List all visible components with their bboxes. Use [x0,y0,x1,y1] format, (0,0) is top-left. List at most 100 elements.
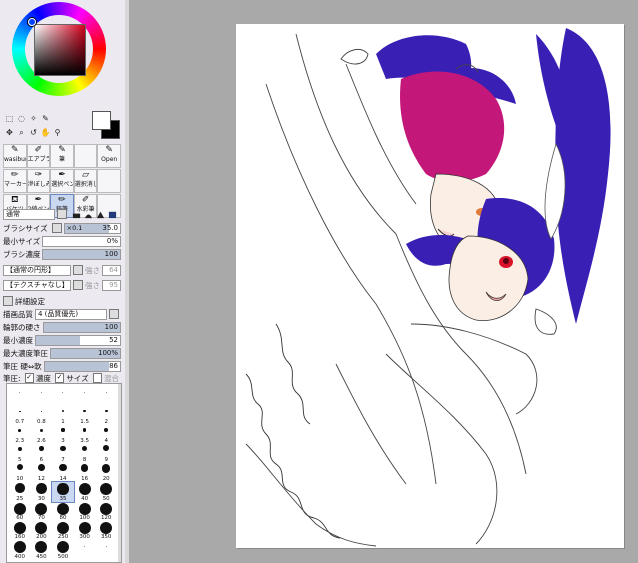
brush-size-preset[interactable]: 400 [9,540,31,560]
brush-size-preset[interactable]: 20 [95,463,117,482]
edge-hardness-slider[interactable]: 100 [42,321,121,333]
brush-size-preset[interactable]: 16 [74,463,96,482]
brush-size-preset[interactable]: 2 [95,405,117,425]
tip-shape-round-icon[interactable] [84,210,93,219]
brush-size-label: 500 [57,553,69,560]
marquee-icon[interactable]: ⬚ [4,113,15,124]
move-icon[interactable]: ✥ [4,127,15,138]
brush-size-preset[interactable]: 100 [74,502,96,521]
max-pressure-slider[interactable]: 100% [50,347,121,359]
color-picker-marker[interactable] [28,18,36,26]
eyedropper-icon[interactable]: ⚲ [52,127,63,138]
brush-size-preset[interactable]: 35 [51,481,75,503]
zoom-icon[interactable]: ⌕ [16,127,27,138]
foreground-color-swatch[interactable] [92,111,111,130]
size-checkbox[interactable]: ✓ [54,373,65,383]
brush-size-dot-icon [39,428,43,432]
brush-size-preset[interactable]: 3 [52,425,74,444]
brush-slot[interactable]: ✑ 滲ぼしみ [26,169,51,193]
brush-size-dot-icon [57,483,69,495]
brush-slot[interactable]: ✐ エアブラ [26,144,51,168]
brush-size-preset[interactable]: 350 [95,521,117,540]
brush-size-preset[interactable]: 1.5 [74,405,96,425]
brush-slot[interactable]: ✒ 選択ペン [50,169,74,193]
brush-size-preset[interactable]: 2.6 [31,425,53,444]
brush-slot[interactable]: ✏ マーカー [3,169,27,193]
brush-slot[interactable]: ✎ 筆 [50,144,74,168]
dropdown-icon[interactable] [57,209,67,219]
brush-size-preset[interactable]: 5 [9,444,31,463]
density-checkbox[interactable]: ✓ [24,373,34,383]
brush-size-preset[interactable]: 3.5 [74,425,96,444]
pressure-hardness-slider[interactable]: 86 [43,360,121,372]
brush-size-preset[interactable]: 40 [74,482,96,502]
advanced-header[interactable]: 詳細設定 [3,295,121,307]
brush-size-preset[interactable]: 300 [74,521,96,540]
lasso-icon[interactable]: ◌ [16,113,27,124]
drawing-canvas[interactable] [236,24,624,548]
dropdown-icon[interactable] [73,280,83,290]
brush-size-dot-icon [19,392,21,393]
brush-size-preset[interactable]: 160 [9,521,31,540]
brush-size-preset[interactable]: 1 [52,405,74,425]
brush-size-preset[interactable]: 70 [31,502,53,521]
saturation-value-square[interactable] [34,24,86,76]
brush-size-dot-icon [39,446,44,451]
rotate-icon[interactable]: ↺ [28,127,39,138]
magic-wand-icon[interactable]: ✧ [28,113,39,124]
brush-slot-empty[interactable] [73,144,98,168]
brush-density-slider[interactable]: 100 [42,248,121,260]
brush-slot[interactable]: ✎wasiburu [3,144,27,168]
brush-size-dot-icon [16,464,23,471]
texture-select[interactable]: 【テクスチャなし】 [3,279,71,291]
brush-slot[interactable]: ▱ 選択消し [73,169,98,193]
size-mult-toggle[interactable] [51,223,62,233]
brush-size-preset[interactable]: 4 [95,425,117,444]
blend-mode-select[interactable]: 通常 [3,208,55,220]
brush-slot[interactable]: ✎ Open [97,144,121,168]
brush-size-dot-icon [13,502,26,515]
brush-size-preset[interactable]: 250 [52,521,74,540]
dropdown-icon[interactable] [109,309,119,319]
brush-size-preset[interactable]: 450 [31,540,53,560]
brush-size-dot-icon [78,522,91,535]
brush-size-preset[interactable]: 50 [95,482,117,502]
brush-size-preset[interactable]: 9 [95,444,117,463]
brush-size-preset[interactable]: 14 [52,463,74,482]
brush-size-slider[interactable]: ×0.1 35.0 [63,222,121,234]
dropdown-icon[interactable] [73,265,83,275]
brush-size-preset[interactable]: 6 [31,444,53,463]
brush-size-preset[interactable]: 0.7 [9,405,31,425]
brush-size-preset[interactable]: 8 [74,444,96,463]
min-size-slider[interactable]: 0% [42,235,121,247]
brush-size-preset[interactable]: 2.3 [9,425,31,444]
brush-size-preset[interactable]: 120 [95,502,117,521]
canvas-workspace[interactable] [129,0,638,563]
blend-checkbox[interactable] [92,373,102,383]
brush-size-presets: 0.7 0.8 1 1.5 2 2.3 2.6 3 3.5 4 5 6 7 8 9 10 12 14 16 20 25 3… [6,383,122,563]
presets-scrollbar[interactable] [118,384,121,562]
brush-size-preset[interactable]: 200 [31,521,53,540]
brush-size-preset[interactable]: 0.8 [31,405,53,425]
brush-size-preset[interactable]: 12 [31,463,53,482]
brush-size-dot-icon [18,428,22,432]
tip-shape-peak-icon[interactable] [96,210,105,219]
brush-size-dot-icon [56,522,69,535]
brush-shape-select[interactable]: 【通常の円形】 [3,264,71,276]
brush-size-preset[interactable]: 60 [9,502,31,521]
brush-size-preset[interactable]: 30 [31,482,53,502]
hand-icon[interactable]: ✋ [40,127,51,138]
brush-size-preset[interactable]: 7 [52,444,74,463]
brush-slot-empty[interactable] [97,169,121,193]
picker-icon[interactable]: ✎ [40,113,51,124]
quality-select[interactable]: 4 (品質優先) [35,308,107,320]
brush-size-preset[interactable]: 500 [52,540,74,560]
min-density-slider[interactable]: 52 [35,334,121,346]
brush-size-preset[interactable]: 25 [9,482,31,502]
brush-size-preset[interactable]: 10 [9,463,31,482]
brush-density-row: ブラシ濃度 100 [3,248,121,260]
collapse-toggle-icon[interactable] [3,296,13,306]
brush-size-preset[interactable]: 80 [52,502,74,521]
tip-shape-flat-icon[interactable] [72,210,81,219]
tip-shape-square-icon[interactable] [108,210,117,219]
